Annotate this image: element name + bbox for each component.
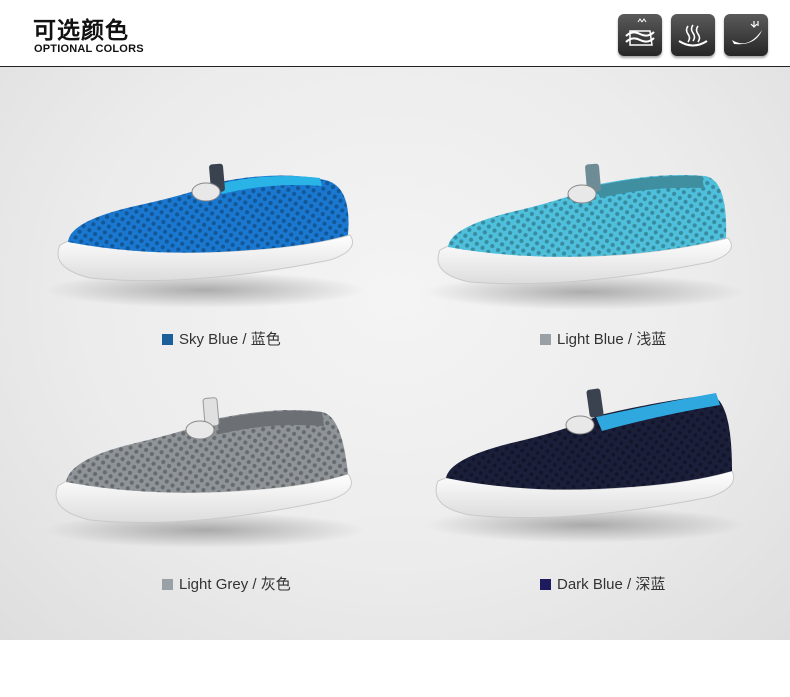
color-label-dark-blue: Dark Blue / 深蓝 [540,573,665,594]
color-label-light-blue: Light Blue / 浅蓝 [540,328,666,349]
color-swatch [162,334,173,345]
header: 可选颜色 OPTIONAL COLORS [0,0,790,67]
section-title: 可选颜色 [33,18,129,44]
section-subtitle: OPTIONAL COLORS [34,43,144,55]
color-label-text: Dark Blue / 深蓝 [557,576,666,593]
color-label-text: Sky Blue / 蓝色 [179,331,281,348]
color-label-light-grey: Light Grey / 灰色 [162,573,291,594]
shoe-image-light-grey [45,397,365,548]
flexible-sole-icon [724,14,768,56]
color-swatch [162,579,173,590]
shoe-image-light-blue [425,163,745,310]
color-label-text: Light Blue / 浅蓝 [557,331,667,348]
color-label-sky-blue: Sky Blue / 蓝色 [162,328,281,349]
ventilation-icon [671,14,715,56]
shoe-image-dark-blue [425,388,745,543]
color-label-text: Light Grey / 灰色 [179,576,291,593]
color-swatch [540,334,551,345]
shoe-image-sky-blue [45,163,365,308]
color-swatch [540,579,551,590]
breathable-mesh-icon [618,14,662,56]
